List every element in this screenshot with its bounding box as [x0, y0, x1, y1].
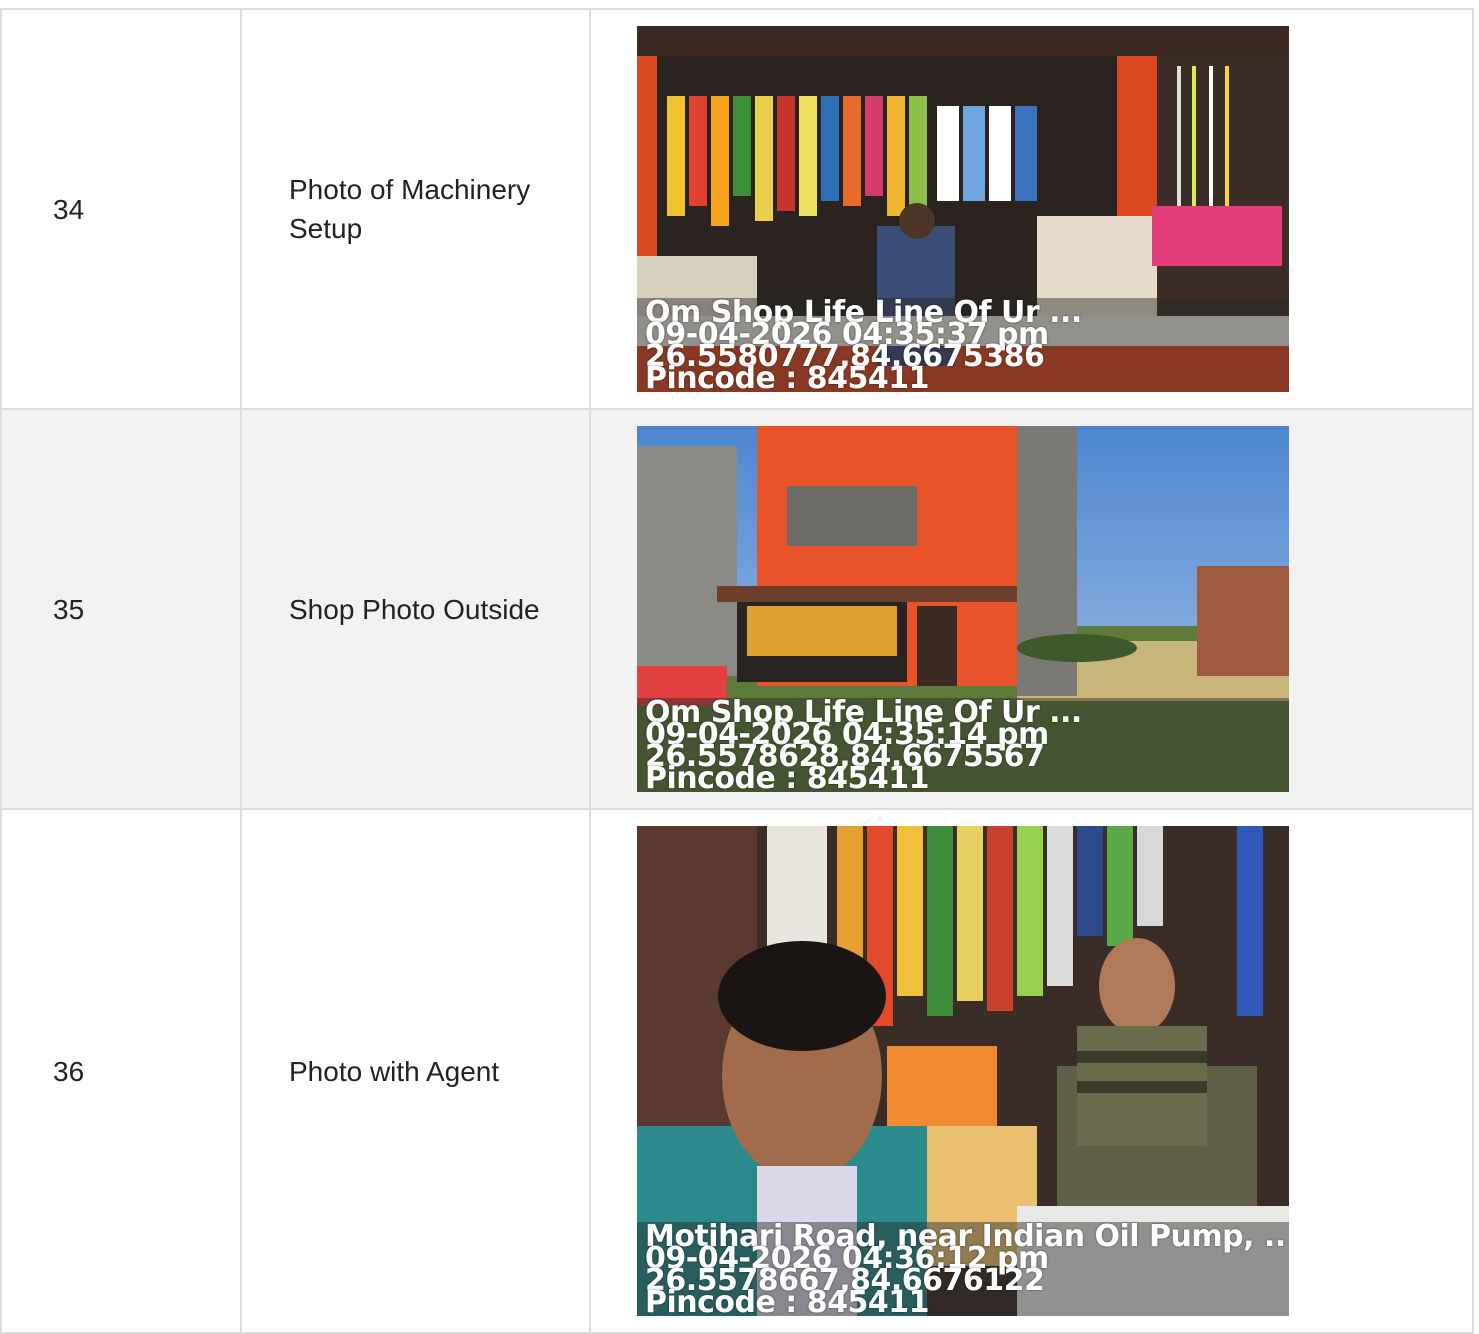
row-photo-cell: Om Shop Life Line Of Ur ... 09-04-2026 0… — [589, 8, 1474, 410]
row-photo-cell: Motihari Road, near Indian Oil Pump, ...… — [589, 808, 1474, 1334]
row-number-cell: 36 — [0, 808, 242, 1334]
table-row: 35 Shop Photo Outside Om Shop Life Line … — [0, 408, 1474, 810]
geo-stamp: Om Shop Life Line Of Ur ... 09-04-2026 0… — [637, 298, 1289, 392]
shop-exterior-photo[interactable]: Om Shop Life Line Of Ur ... 09-04-2026 0… — [637, 426, 1289, 792]
table-row: 34 Photo of Machinery Setup Om Shop Life… — [0, 8, 1474, 410]
table-row: 36 Photo with Agent Motihari Road, near … — [0, 808, 1474, 1334]
shop-interior-photo[interactable]: Om Shop Life Line Of Ur ... 09-04-2026 0… — [637, 26, 1289, 392]
agent-selfie-photo[interactable]: Motihari Road, near Indian Oil Pump, ...… — [637, 826, 1289, 1316]
row-label-cell: Photo with Agent — [240, 808, 591, 1334]
row-number: 36 — [53, 1055, 85, 1087]
row-label: Shop Photo Outside — [289, 593, 540, 625]
row-number: 35 — [53, 593, 85, 625]
row-label-cell: Shop Photo Outside — [240, 408, 591, 810]
row-photo-cell: Om Shop Life Line Of Ur ... 09-04-2026 0… — [589, 408, 1474, 810]
photo-table: 34 Photo of Machinery Setup Om Shop Life… — [0, 8, 1474, 1334]
geo-stamp: Motihari Road, near Indian Oil Pump, ...… — [637, 1222, 1289, 1316]
row-number-cell: 35 — [0, 408, 242, 810]
row-number: 34 — [53, 193, 85, 225]
row-label-cell: Photo of Machinery Setup — [240, 8, 591, 410]
row-label: Photo with Agent — [289, 1055, 500, 1087]
row-number-cell: 34 — [0, 8, 242, 410]
row-label: Photo of Machinery Setup — [289, 174, 531, 244]
geo-stamp: Om Shop Life Line Of Ur ... 09-04-2026 0… — [637, 698, 1289, 792]
